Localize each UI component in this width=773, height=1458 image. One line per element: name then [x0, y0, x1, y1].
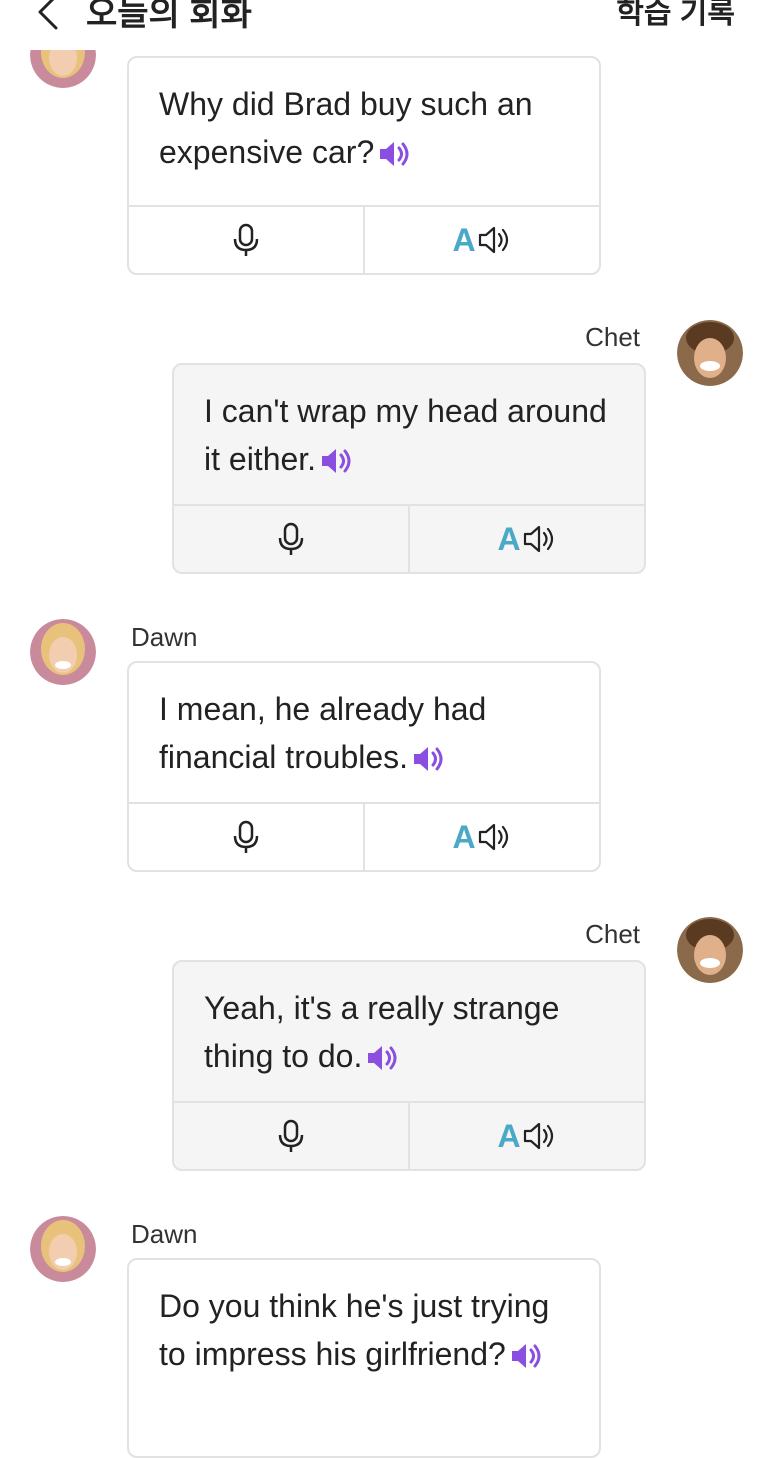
tts-letter: A [452, 221, 476, 258]
tts-button[interactable]: A [363, 207, 599, 273]
tts-letter: A [452, 818, 476, 855]
back-button[interactable] [28, 0, 68, 36]
play-audio-icon[interactable] [378, 134, 412, 182]
play-audio-icon[interactable] [320, 441, 354, 489]
play-audio-icon[interactable] [366, 1038, 400, 1086]
avatar-chet [677, 320, 743, 386]
record-button[interactable] [174, 506, 408, 572]
avatar-dawn [30, 619, 96, 685]
avatar-chet [677, 917, 743, 983]
play-audio-icon[interactable] [412, 739, 446, 787]
message-text: I can't wrap my head around it either. [204, 387, 620, 489]
speaker-outline-icon [523, 525, 553, 553]
avatar-dawn [30, 1216, 96, 1282]
message-text-content: I can't wrap my head around it either. [204, 393, 607, 477]
message-text: Why did Brad buy such an expensive car? [159, 80, 575, 182]
speaker-outline-icon [523, 1122, 553, 1150]
bubble-actions: A [174, 504, 644, 572]
tts-letter: A [497, 1117, 521, 1154]
bubble-actions: A [174, 1101, 644, 1169]
speaker-name: Dawn [131, 622, 198, 652]
message-bubble: Yeah, it's a really strange thing to do.… [172, 960, 646, 1171]
microphone-icon [233, 223, 259, 256]
app-header: 오늘의 회화 학습 기록 [0, 0, 773, 50]
bubble-actions: A [129, 802, 599, 870]
speaker-outline-icon [478, 823, 508, 851]
microphone-icon [278, 1119, 304, 1152]
message-text: I mean, he already had financial trouble… [159, 685, 575, 787]
tts-button[interactable]: A [408, 506, 644, 572]
tts-button[interactable]: A [408, 1103, 644, 1169]
tts-button[interactable]: A [363, 804, 599, 870]
message-bubble: Do you think he's just trying to impress… [127, 1258, 601, 1458]
study-history-button[interactable]: 학습 기록 [616, 0, 735, 32]
speaker-name: Dawn [131, 1219, 198, 1249]
bubble-actions: A [129, 205, 599, 273]
record-button[interactable] [129, 207, 363, 273]
page-title: 오늘의 회화 [86, 0, 252, 33]
message-bubble: Why did Brad buy such an expensive car? … [127, 56, 601, 275]
message-text-content: Why did Brad buy such an expensive car? [159, 86, 533, 170]
message-text: Do you think he's just trying to impress… [159, 1282, 575, 1384]
tts-letter: A [497, 520, 521, 557]
record-button[interactable] [174, 1103, 408, 1169]
message-bubble: I can't wrap my head around it either. A [172, 363, 646, 574]
play-audio-icon[interactable] [510, 1336, 544, 1384]
speaker-name: Chet [585, 322, 640, 352]
speaker-name: Chet [585, 919, 640, 949]
message-bubble: I mean, he already had financial trouble… [127, 661, 601, 872]
microphone-icon [278, 522, 304, 555]
message-text: Yeah, it's a really strange thing to do. [204, 984, 620, 1086]
speaker-outline-icon [478, 226, 508, 254]
microphone-icon [233, 820, 259, 853]
chevron-left-icon [38, 0, 58, 30]
message-text-content: Do you think he's just trying to impress… [159, 1288, 550, 1372]
record-button[interactable] [129, 804, 363, 870]
